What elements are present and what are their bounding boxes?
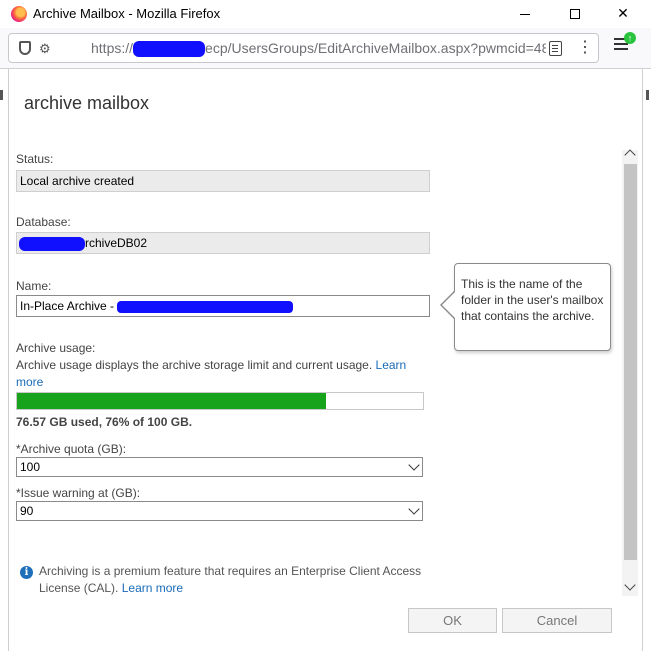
menu-line <box>614 48 628 50</box>
url-bar[interactable]: ⚙ https:// ecp/UsersGroups/EditArchiveMai… <box>8 33 599 63</box>
chevron-down-icon <box>408 503 420 515</box>
maximize-icon <box>570 9 580 19</box>
status-label: Status: <box>16 152 54 166</box>
tracking-shield-icon[interactable] <box>19 41 31 55</box>
background-page-edge <box>646 90 649 100</box>
menu-line <box>614 43 628 45</box>
ok-button[interactable]: OK <box>408 608 497 633</box>
database-field: rchiveDB02 <box>16 232 430 254</box>
permissions-icon[interactable]: ⚙ <box>39 41 51 57</box>
close-window-button[interactable]: ✕ <box>600 2 646 26</box>
chevron-down-icon <box>408 459 420 471</box>
navigation-bar: ⚙ https:// ecp/UsersGroups/EditArchiveMai… <box>0 28 651 68</box>
cancel-button[interactable]: Cancel <box>502 608 612 633</box>
issue-warning-value: 90 <box>20 504 34 518</box>
usage-description-text: Archive usage displays the archive stora… <box>16 358 373 372</box>
redacted-user-name <box>117 300 294 313</box>
update-available-icon: ↑ <box>624 32 636 44</box>
url-path: ecp/UsersGroups/EditArchiveMailbox.aspx?… <box>205 40 546 56</box>
database-label: Database: <box>16 215 71 229</box>
window-title: Archive Mailbox - Mozilla Firefox <box>33 6 221 21</box>
name-help-tooltip: This is the name of the folder in the us… <box>454 263 611 351</box>
issue-warning-label: *Issue warning at (GB): <box>16 486 141 500</box>
page-actions-icon[interactable]: ⋮ <box>577 37 593 57</box>
archive-name-value: In-Place Archive - <box>20 299 118 313</box>
archive-quota-value: 100 <box>20 460 41 474</box>
frame-border <box>8 69 9 651</box>
minimize-icon <box>520 14 530 15</box>
url-text[interactable]: https:// ecp/UsersGroups/EditArchiveMailb… <box>91 40 546 58</box>
issue-warning-select[interactable]: 90 <box>16 501 423 521</box>
archive-quota-label: *Archive quota (GB): <box>16 442 127 456</box>
archive-usage-label: Archive usage: <box>16 341 96 355</box>
scrollbar-thumb[interactable] <box>624 164 637 560</box>
redacted-host <box>133 41 206 58</box>
divider <box>0 68 651 69</box>
licensing-learn-more-link[interactable]: Learn more <box>122 581 183 595</box>
frame-border <box>642 69 643 651</box>
usage-summary: 76.57 GB used, 76% of 100 GB. <box>16 415 193 429</box>
window-titlebar: Archive Mailbox - Mozilla Firefox ✕ <box>0 0 651 28</box>
status-field: Local archive created <box>16 170 430 192</box>
progress-fill <box>17 393 326 409</box>
name-label: Name: <box>16 279 52 293</box>
url-scheme: https:// <box>91 40 134 56</box>
tooltip-arrow-fill <box>442 291 456 319</box>
archive-name-input[interactable]: In-Place Archive - <box>16 295 430 317</box>
archive-usage-progress-bar <box>16 392 424 410</box>
licensing-info-text: Archiving is a premium feature that requ… <box>39 564 422 595</box>
info-icon: i <box>20 566 33 579</box>
database-value: rchiveDB02 <box>85 236 148 250</box>
minimize-button[interactable] <box>502 2 548 26</box>
archive-usage-description: Archive usage displays the archive stora… <box>16 357 416 391</box>
redacted-database-prefix <box>19 236 85 251</box>
maximize-button[interactable] <box>552 2 598 26</box>
dialog-title: archive mailbox <box>24 93 150 113</box>
archive-quota-select[interactable]: 100 <box>16 457 423 477</box>
background-page-edge <box>0 90 3 100</box>
firefox-logo-icon <box>11 6 27 22</box>
licensing-info: Archiving is a premium feature that requ… <box>39 563 429 597</box>
reader-view-icon[interactable] <box>549 41 562 56</box>
